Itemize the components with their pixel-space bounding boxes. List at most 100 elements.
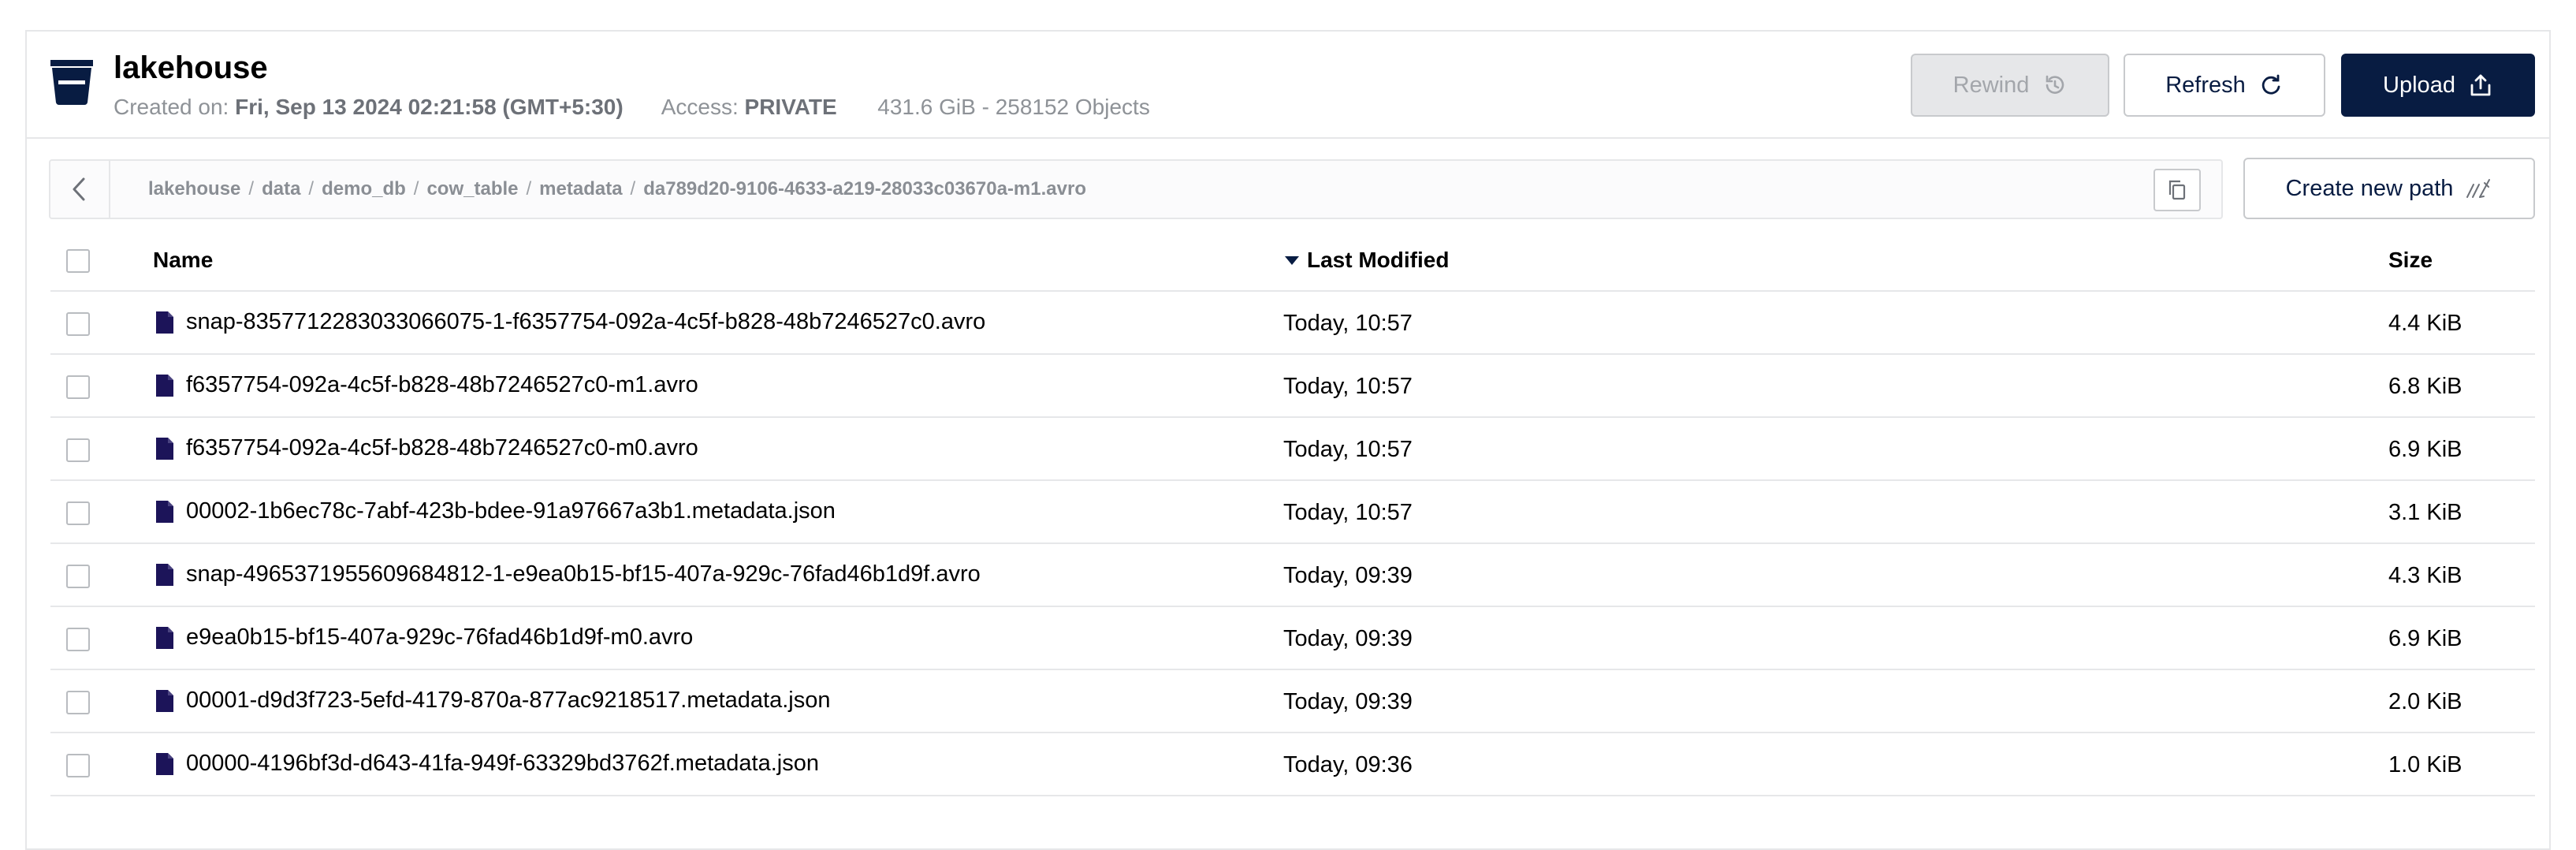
- breadcrumb-segment[interactable]: da789d20-9106-4633-a219-28033c03670a-m1.…: [643, 178, 1086, 199]
- size-cell: 4.3 KiB: [2388, 563, 2462, 588]
- row-checkbox[interactable]: [66, 501, 90, 525]
- objects-table: Name Last Modified Size snap-83577122830…: [50, 229, 2535, 796]
- new-path-icon: [2466, 179, 2491, 198]
- breadcrumb-segment[interactable]: lakehouse: [148, 178, 240, 199]
- create-new-path-label: Create new path: [2285, 175, 2454, 201]
- column-header-name[interactable]: Name: [153, 248, 213, 273]
- row-checkbox[interactable]: [66, 375, 90, 399]
- file-name-cell[interactable]: f6357754-092a-4c5f-b828-48b7246527c0-m1.…: [154, 372, 698, 398]
- file-icon: [156, 374, 173, 397]
- copy-path-button[interactable]: [2153, 169, 2201, 211]
- refresh-button[interactable]: Refresh: [2124, 54, 2325, 117]
- table-row[interactable]: snap-4965371955609684812-1-e9ea0b15-bf15…: [50, 544, 2535, 607]
- file-icon: [156, 752, 173, 775]
- row-checkbox[interactable]: [66, 754, 90, 777]
- last-modified-cell: Today, 10:57: [1283, 311, 1413, 336]
- row-checkbox[interactable]: [66, 628, 90, 651]
- breadcrumb-separator: /: [308, 178, 315, 199]
- last-modified-cell: Today, 09:36: [1283, 752, 1413, 777]
- access-label: Access:: [661, 95, 739, 119]
- file-name: 00001-d9d3f723-5efd-4179-870a-877ac92185…: [186, 688, 831, 713]
- refresh-label: Refresh: [2165, 72, 2246, 98]
- breadcrumb-separator: /: [526, 178, 532, 199]
- select-all-checkbox[interactable]: [66, 249, 90, 273]
- bucket-header: lakehouse Created on: Fri, Sep 13 2024 0…: [27, 32, 2549, 139]
- file-name-cell[interactable]: snap-8357712283033066075-1-f6357754-092a…: [154, 309, 985, 335]
- last-modified-cell: Today, 09:39: [1283, 563, 1413, 588]
- last-modified-cell: Today, 10:57: [1283, 437, 1413, 462]
- row-checkbox[interactable]: [66, 691, 90, 714]
- breadcrumb-segment[interactable]: cow_table: [426, 178, 518, 199]
- row-checkbox[interactable]: [66, 565, 90, 588]
- rewind-label: Rewind: [1952, 72, 2030, 98]
- copy-icon: [2168, 180, 2186, 200]
- file-icon: [156, 500, 173, 523]
- file-name: f6357754-092a-4c5f-b828-48b7246527c0-m0.…: [186, 435, 698, 460]
- last-modified-cell: Today, 10:57: [1283, 374, 1413, 399]
- size-cell: 6.9 KiB: [2388, 626, 2462, 651]
- row-checkbox[interactable]: [66, 438, 90, 462]
- create-new-path-button[interactable]: Create new path: [2243, 158, 2535, 219]
- file-name: snap-4965371955609684812-1-e9ea0b15-bf15…: [186, 561, 981, 587]
- file-name-cell[interactable]: 00000-4196bf3d-d643-41fa-949f-63329bd376…: [154, 751, 819, 777]
- bucket-title: lakehouse: [114, 50, 268, 85]
- bucket-meta: Created on: Fri, Sep 13 2024 02:21:58 (G…: [114, 95, 1150, 120]
- table-row[interactable]: f6357754-092a-4c5f-b828-48b7246527c0-m0.…: [50, 418, 2535, 481]
- bucket-icon: [50, 60, 93, 105]
- breadcrumb-separator: /: [248, 178, 255, 199]
- file-name: f6357754-092a-4c5f-b828-48b7246527c0-m1.…: [186, 372, 698, 397]
- chevron-left-icon: [73, 177, 85, 201]
- breadcrumb-segment[interactable]: demo_db: [322, 178, 406, 199]
- breadcrumb-segment[interactable]: metadata: [539, 178, 622, 199]
- size-cell: 3.1 KiB: [2388, 500, 2462, 525]
- file-icon: [156, 689, 173, 712]
- file-name-cell[interactable]: snap-4965371955609684812-1-e9ea0b15-bf15…: [154, 561, 981, 587]
- column-header-last-modified[interactable]: Last Modified: [1283, 248, 1449, 273]
- file-name-cell[interactable]: f6357754-092a-4c5f-b828-48b7246527c0-m0.…: [154, 435, 698, 461]
- size-cell: 2.0 KiB: [2388, 689, 2462, 714]
- access-value: PRIVATE: [744, 95, 837, 119]
- file-name: snap-8357712283033066075-1-f6357754-092a…: [186, 309, 986, 334]
- table-row[interactable]: f6357754-092a-4c5f-b828-48b7246527c0-m1.…: [50, 355, 2535, 418]
- file-name-cell[interactable]: 00001-d9d3f723-5efd-4179-870a-877ac92185…: [154, 688, 831, 714]
- created-value: Fri, Sep 13 2024 02:21:58 (GMT+5:30): [235, 95, 624, 119]
- file-icon: [156, 437, 173, 460]
- refresh-icon: [2261, 74, 2280, 95]
- breadcrumb-separator: /: [630, 178, 636, 199]
- table-row[interactable]: 00002-1b6ec78c-7abf-423b-bdee-91a97667a3…: [50, 481, 2535, 544]
- back-button[interactable]: [50, 161, 110, 218]
- size-cell: 6.9 KiB: [2388, 437, 2462, 462]
- upload-button[interactable]: Upload: [2341, 54, 2535, 117]
- created-label: Created on:: [114, 95, 229, 119]
- table-header-row: Name Last Modified Size: [50, 229, 2535, 292]
- bucket-usage: 431.6 GiB - 258152 Objects: [877, 95, 1150, 119]
- breadcrumb-separator: /: [413, 178, 419, 199]
- file-name-cell[interactable]: e9ea0b15-bf15-407a-929c-76fad46b1d9f-m0.…: [154, 624, 693, 651]
- table-row[interactable]: e9ea0b15-bf15-407a-929c-76fad46b1d9f-m0.…: [50, 607, 2535, 670]
- upload-icon: [2470, 74, 2491, 96]
- row-checkbox[interactable]: [66, 312, 90, 336]
- table-row[interactable]: 00000-4196bf3d-d643-41fa-949f-63329bd376…: [50, 733, 2535, 796]
- size-cell: 6.8 KiB: [2388, 374, 2462, 399]
- breadcrumb-segment[interactable]: data: [262, 178, 300, 199]
- file-icon: [156, 626, 173, 649]
- sort-descending-icon: [1285, 256, 1299, 265]
- file-icon: [156, 311, 173, 334]
- size-cell: 4.4 KiB: [2388, 311, 2462, 336]
- file-name: e9ea0b15-bf15-407a-929c-76fad46b1d9f-m0.…: [186, 624, 694, 650]
- last-modified-cell: Today, 09:39: [1283, 689, 1413, 714]
- object-browser-panel: lakehouse Created on: Fri, Sep 13 2024 0…: [25, 30, 2551, 850]
- column-header-size[interactable]: Size: [2388, 248, 2433, 273]
- column-header-last-modified-label: Last Modified: [1307, 248, 1450, 272]
- file-icon: [156, 563, 173, 586]
- table-row[interactable]: snap-8357712283033066075-1-f6357754-092a…: [50, 292, 2535, 355]
- size-cell: 1.0 KiB: [2388, 752, 2462, 777]
- table-row[interactable]: 00001-d9d3f723-5efd-4179-870a-877ac92185…: [50, 670, 2535, 733]
- file-name-cell[interactable]: 00002-1b6ec78c-7abf-423b-bdee-91a97667a3…: [154, 498, 836, 524]
- last-modified-cell: Today, 09:39: [1283, 626, 1413, 651]
- rewind-button[interactable]: Rewind: [1911, 54, 2109, 117]
- upload-label: Upload: [2383, 72, 2455, 98]
- last-modified-cell: Today, 10:57: [1283, 500, 1413, 525]
- file-name: 00002-1b6ec78c-7abf-423b-bdee-91a97667a3…: [186, 498, 836, 524]
- breadcrumb: lakehouse / data / demo_db / cow_table / metadat…: [49, 159, 2223, 219]
